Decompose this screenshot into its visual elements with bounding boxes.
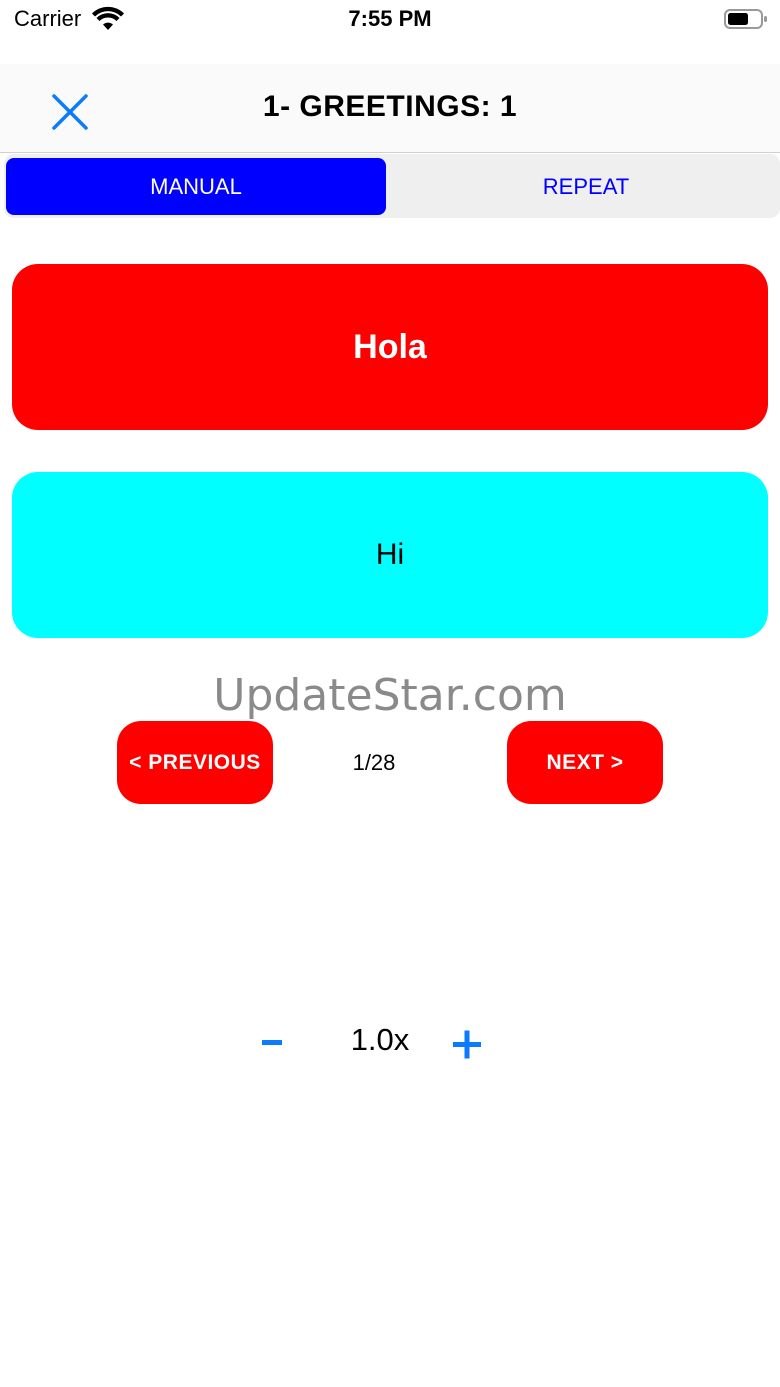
previous-button[interactable]: < PREVIOUS <box>117 721 273 804</box>
next-button[interactable]: NEXT > <box>507 721 663 804</box>
minus-icon <box>262 1040 282 1045</box>
close-icon <box>52 94 88 130</box>
speed-decrease-button[interactable] <box>252 1016 292 1068</box>
english-phrase-card[interactable]: Hi <box>12 472 768 638</box>
battery-icon <box>724 9 768 29</box>
page-counter: 1/28 <box>352 750 396 775</box>
speed-increase-button[interactable] <box>446 1020 490 1068</box>
close-button[interactable] <box>44 86 96 138</box>
status-bar: Carrier 7:55 PM <box>0 0 780 44</box>
tab-repeat[interactable]: REPEAT <box>394 158 778 215</box>
mode-segmented-control: MANUAL REPEAT <box>4 154 780 218</box>
tab-manual[interactable]: MANUAL <box>6 158 386 215</box>
spanish-phrase-card[interactable]: Hola <box>12 264 768 430</box>
navigation-bar: 1- GREETINGS: 1 <box>0 64 780 153</box>
plus-icon <box>453 1030 481 1059</box>
watermark: UpdateStar.com <box>213 670 567 721</box>
page-title: 1- GREETINGS: 1 <box>262 90 518 123</box>
status-time: 7:55 PM <box>348 6 432 31</box>
speed-value: 1.0x <box>350 1022 410 1057</box>
